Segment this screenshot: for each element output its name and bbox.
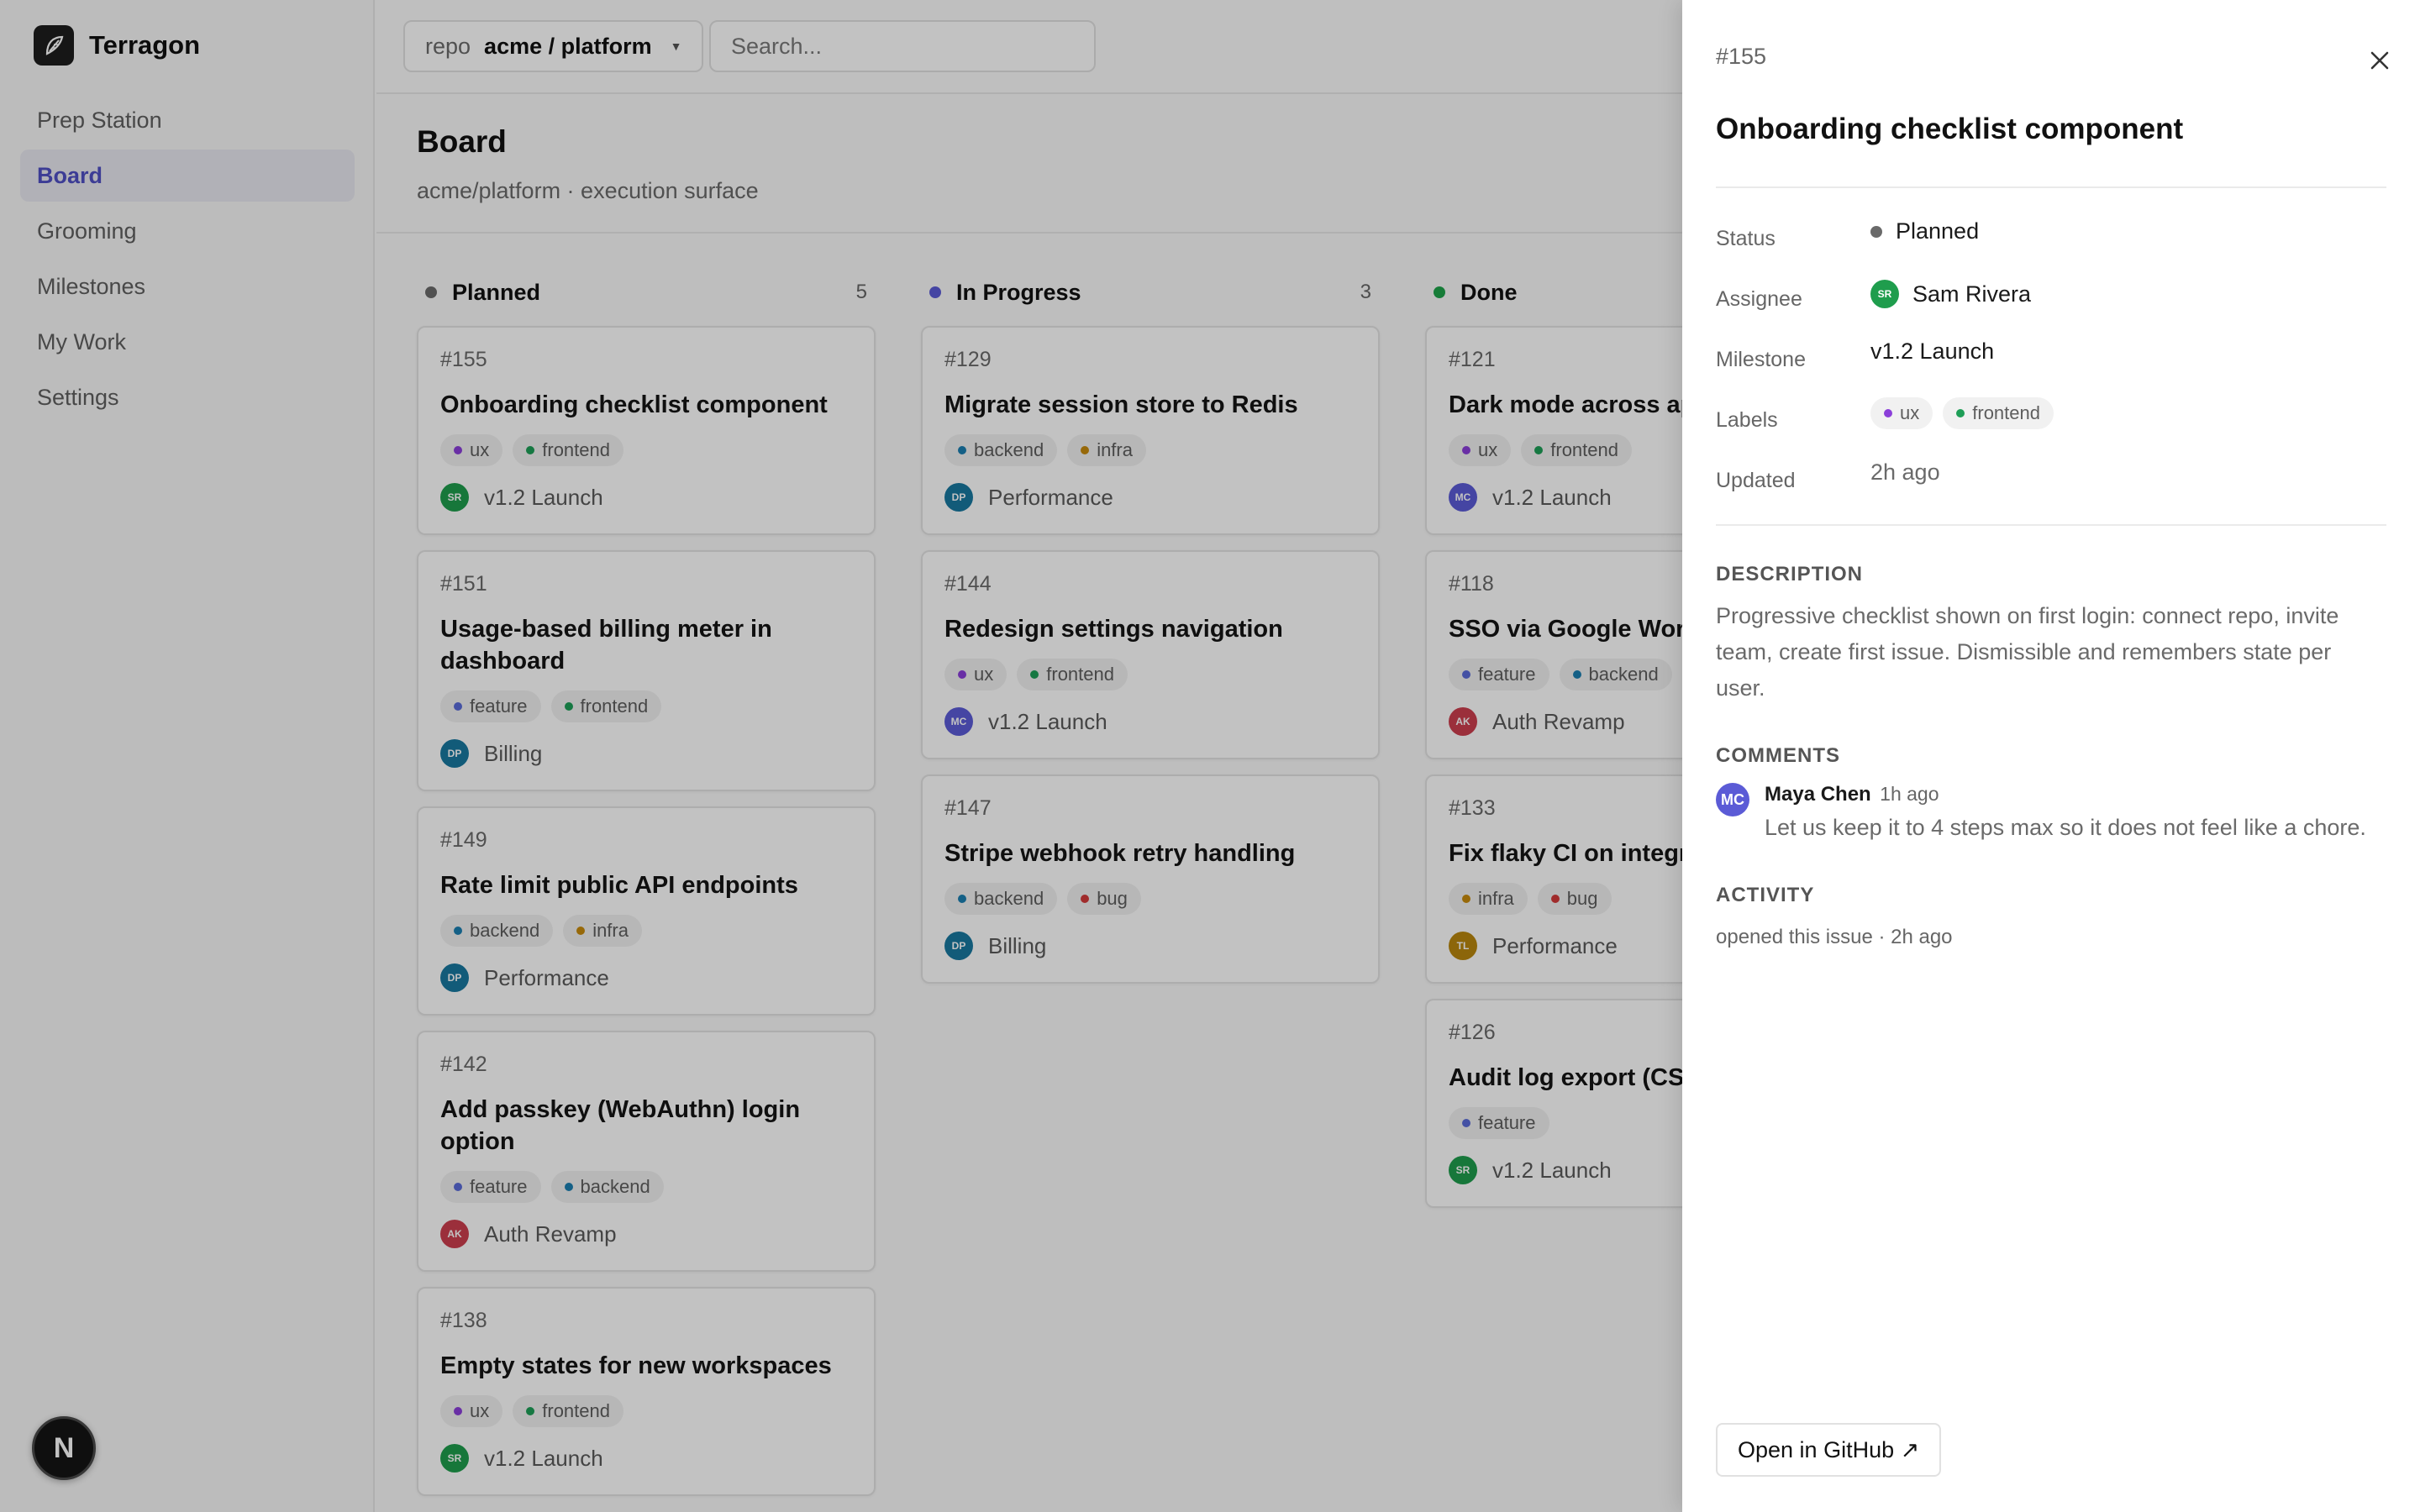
issue-number: #155 (1716, 44, 1767, 69)
milestone-label: Milestone (1716, 348, 1806, 371)
updated-value: 2h ago (1870, 459, 1940, 485)
assignee-name: Sam Rivera (1912, 281, 2032, 307)
issue-detail-panel: #155 Onboarding checklist component Stat… (1682, 0, 2420, 1512)
status-text: Planned (1896, 218, 1980, 244)
modal-backdrop[interactable] (0, 0, 1682, 1512)
divider (1716, 524, 2386, 526)
description-text: Progressive checklist shown on first log… (1716, 603, 2339, 701)
status-value[interactable]: Planned (1870, 218, 1979, 244)
comment-text: Let us keep it to 4 steps max so it does… (1765, 815, 2366, 840)
assignee-value[interactable]: SR Sam Rivera (1870, 280, 2031, 308)
activity-entry: opened this issue · 2h ago (1716, 926, 1953, 948)
open-in-github-button[interactable]: Open in GitHub ↗ (1716, 1423, 1942, 1477)
label-text: frontend (1972, 402, 2040, 423)
comment-author: Maya Chen (1765, 783, 1871, 806)
updated-label: Updated (1716, 469, 1796, 492)
issue-title: Onboarding checklist component (1716, 113, 2184, 145)
assignee-label: Assignee (1716, 287, 1802, 311)
comment: MC Maya Chen 1h ago Let us keep it to 4 … (1716, 783, 2366, 841)
close-icon[interactable] (2363, 44, 2396, 77)
activity-heading: ACTIVITY (1716, 884, 1815, 906)
avatar: SR (1870, 280, 1899, 308)
divider (1716, 186, 2386, 188)
status-dot-icon (1870, 225, 1882, 238)
label-dot-icon (1884, 409, 1892, 417)
milestone-value[interactable]: v1.2 Launch (1870, 339, 1994, 365)
label-text: ux (1900, 402, 1920, 423)
avatar: MC (1716, 783, 1749, 816)
comments-heading: COMMENTS (1716, 744, 1840, 767)
comment-time: 1h ago (1880, 783, 1939, 805)
labels-label: Labels (1716, 408, 1778, 432)
status-label: Status (1716, 227, 1776, 250)
label-chip: frontend (1943, 397, 2054, 429)
label-dot-icon (1956, 409, 1965, 417)
label-chip: ux (1870, 397, 1933, 429)
description-heading: DESCRIPTION (1716, 563, 1864, 585)
labels-value[interactable]: ux frontend (1870, 397, 2054, 429)
